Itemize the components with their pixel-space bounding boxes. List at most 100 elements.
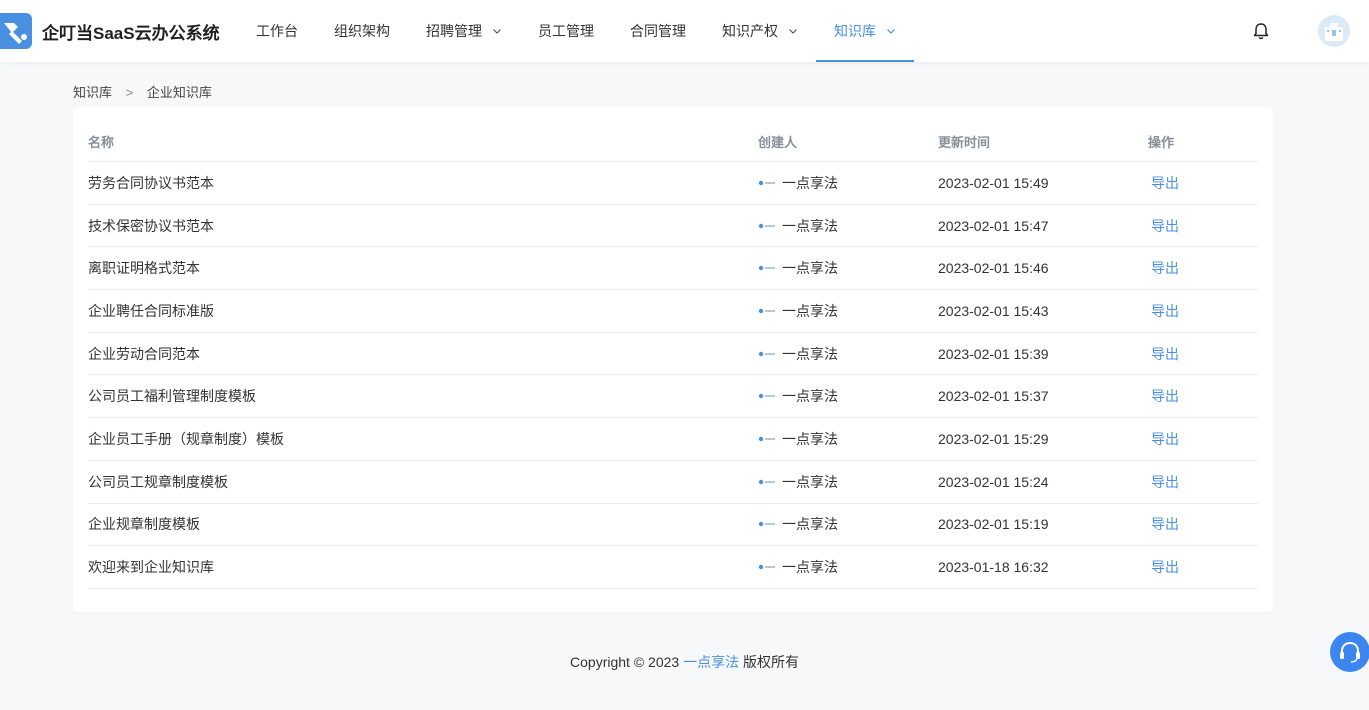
building-avatar-icon[interactable]: [1318, 15, 1350, 47]
row-creator: 一点享法: [758, 461, 838, 503]
creator-logo-icon: [758, 436, 775, 442]
table-row: 企业规章制度模板 一点享法 2023-02-01 15:19 导出: [88, 504, 1258, 547]
row-creator-name: 一点享法: [782, 473, 838, 490]
row-action: 导出: [1148, 162, 1179, 204]
creator-logo-icon: [758, 394, 775, 399]
row-creator-name: 一点享法: [782, 260, 838, 277]
row-updated: 2023-01-18 16:32: [938, 559, 1049, 576]
row-creator-name: 一点享法: [782, 516, 838, 533]
export-button[interactable]: 导出: [1151, 557, 1179, 577]
nav-item-label: 组织架构: [334, 23, 390, 39]
nav-item-4[interactable]: 合同管理: [612, 0, 704, 62]
nav-item-2[interactable]: 招聘管理: [408, 0, 520, 62]
creator-logo-icon: [758, 479, 775, 484]
creator-logo-icon: [758, 180, 775, 186]
export-button[interactable]: 导出: [1151, 301, 1179, 321]
table-row: 企业聘任合同标准版 一点享法 2023-02-01 15:43 导出: [88, 290, 1258, 333]
table-row: 劳务合同协议书范本 一点享法 2023-02-01 15:49 导出: [88, 162, 1258, 205]
row-creator-name: 一点享法: [782, 345, 838, 362]
chevron-down-icon: [493, 29, 501, 34]
table-row: 企业劳动合同范本 一点享法 2023-02-01 15:39 导出: [88, 333, 1258, 376]
row-creator: 一点享法: [758, 504, 838, 546]
row-updated: 2023-02-01 15:43: [938, 302, 1049, 319]
main-nav: 工作台 组织架构 招聘管理 员工管理 合同管理 知识产权 知识库: [238, 0, 914, 62]
table-row: 欢迎来到企业知识库 一点享法 2023-01-18 16:32 导出: [88, 546, 1258, 589]
header-action: 操作: [1148, 134, 1175, 150]
breadcrumb: 知识库 > 企业知识库: [73, 82, 212, 101]
row-creator: 一点享法: [758, 205, 838, 247]
row-creator: 一点享法: [758, 290, 838, 332]
nav-item-0[interactable]: 工作台: [238, 0, 316, 62]
nav-item-label: 知识库: [834, 23, 876, 39]
nav-item-5[interactable]: 知识产权: [704, 0, 816, 62]
export-button[interactable]: 导出: [1151, 258, 1179, 278]
row-updated: 2023-02-01 15:37: [938, 388, 1049, 405]
export-button[interactable]: 导出: [1151, 386, 1179, 406]
nav-item-label: 员工管理: [538, 23, 594, 39]
row-name: 公司员工规章制度模板: [88, 473, 228, 490]
row-name: 技术保密协议书范本: [88, 217, 214, 234]
row-updated: 2023-02-01 15:46: [938, 260, 1049, 277]
row-name: 企业聘任合同标准版: [88, 302, 214, 319]
row-action: 导出: [1148, 461, 1179, 503]
footer-prefix: Copyright © 2023: [570, 654, 684, 670]
creator-logo-icon: [758, 308, 775, 314]
chevron-down-icon: [887, 29, 895, 34]
nav-item-3[interactable]: 员工管理: [520, 0, 612, 62]
row-action: 导出: [1148, 205, 1179, 247]
row-name: 劳务合同协议书范本: [88, 174, 214, 191]
export-button[interactable]: 导出: [1151, 173, 1179, 193]
app-title: 企叮当SaaS云办公系统: [42, 24, 220, 43]
nav-item-label: 合同管理: [630, 23, 686, 39]
row-action: 导出: [1148, 333, 1179, 375]
breadcrumb-current: 企业知识库: [146, 85, 212, 100]
table-row: 公司员工福利管理制度模板 一点享法 2023-02-01 15:37 导出: [88, 375, 1258, 419]
headset-icon[interactable]: [1330, 632, 1369, 672]
export-button[interactable]: 导出: [1151, 472, 1179, 492]
row-creator: 一点享法: [758, 333, 838, 375]
row-creator: 一点享法: [758, 162, 838, 204]
export-button[interactable]: 导出: [1151, 514, 1179, 534]
breadcrumb-root[interactable]: 知识库: [73, 85, 112, 100]
table-header-row: 名称 创建人 更新时间 操作: [88, 121, 1258, 162]
footer-brand-link[interactable]: 一点享法: [683, 654, 739, 670]
row-updated: 2023-02-01 15:47: [938, 217, 1049, 234]
export-button[interactable]: 导出: [1151, 216, 1179, 236]
creator-logo-icon: [758, 522, 775, 527]
footer: Copyright © 2023 一点享法 版权所有: [0, 652, 1369, 672]
nav-item-label: 招聘管理: [426, 23, 482, 39]
creator-logo-icon: [758, 223, 775, 228]
row-creator-name: 一点享法: [782, 388, 838, 405]
row-creator: 一点享法: [758, 375, 838, 417]
nav-item-label: 知识产权: [722, 23, 778, 39]
table-row: 公司员工规章制度模板 一点享法 2023-02-01 15:24 导出: [88, 461, 1258, 504]
row-updated: 2023-02-01 15:24: [938, 473, 1049, 490]
header-name: 名称: [88, 134, 115, 150]
row-creator-name: 一点享法: [782, 174, 838, 191]
row-creator: 一点享法: [758, 418, 838, 460]
row-action: 导出: [1148, 290, 1179, 332]
chevron-down-icon: [789, 29, 797, 34]
row-name: 企业员工手册（规章制度）模板: [88, 430, 284, 447]
export-button[interactable]: 导出: [1151, 344, 1179, 364]
export-button[interactable]: 导出: [1151, 429, 1179, 449]
header-updated: 更新时间: [938, 134, 991, 150]
row-creator-name: 一点享法: [782, 302, 838, 319]
header-creator: 创建人: [758, 134, 798, 150]
row-name: 企业劳动合同范本: [88, 345, 200, 362]
hammer-logo-icon[interactable]: [0, 13, 32, 49]
row-name: 欢迎来到企业知识库: [88, 559, 214, 576]
table-row: 技术保密协议书范本 一点享法 2023-02-01 15:47 导出: [88, 205, 1258, 248]
row-creator-name: 一点享法: [782, 559, 838, 576]
row-name: 离职证明格式范本: [88, 260, 200, 277]
breadcrumb-separator: >: [125, 85, 134, 100]
nav-item-label: 工作台: [256, 23, 298, 39]
nav-item-1[interactable]: 组织架构: [316, 0, 408, 62]
row-action: 导出: [1148, 247, 1179, 289]
row-updated: 2023-02-01 15:19: [938, 516, 1049, 533]
knowledge-base-card: 名称 创建人 更新时间 操作 劳务合同协议书范本 一点享法 2023-02-01 1…: [73, 107, 1273, 612]
nav-item-6[interactable]: 知识库: [816, 0, 914, 62]
row-action: 导出: [1148, 504, 1179, 546]
row-action: 导出: [1148, 546, 1179, 588]
bell-icon[interactable]: [1251, 21, 1271, 41]
